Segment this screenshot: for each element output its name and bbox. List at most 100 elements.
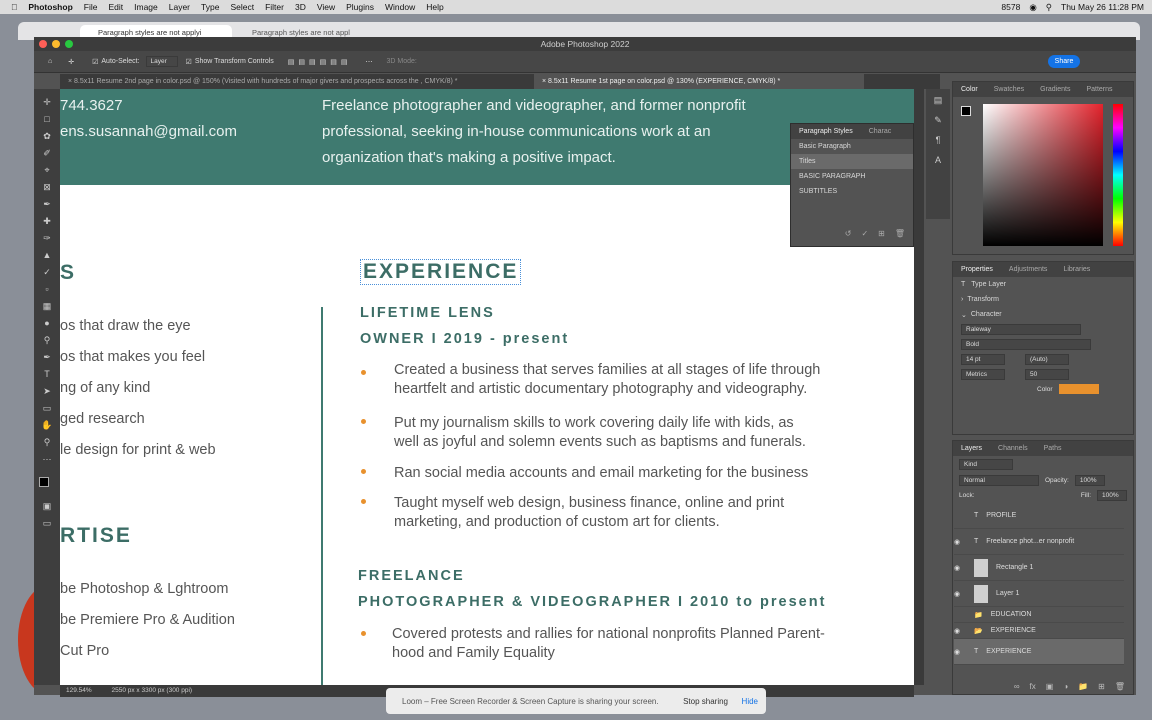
search-icon[interactable]: ⚲ bbox=[1046, 2, 1052, 13]
hue-slider[interactable] bbox=[1113, 104, 1123, 246]
delete-layer-icon[interactable]: 🗑 bbox=[1115, 682, 1125, 691]
hide-button[interactable]: Hide bbox=[742, 697, 758, 706]
apple-icon[interactable]:  bbox=[11, 2, 17, 12]
zoom-window-icon[interactable] bbox=[65, 40, 73, 48]
blend-mode-select[interactable]: Normal bbox=[959, 475, 1039, 486]
close-window-icon[interactable] bbox=[39, 40, 47, 48]
fill-input[interactable]: 100% bbox=[1097, 490, 1127, 501]
doc-size-readout[interactable]: 2550 px x 3300 px (300 ppi) bbox=[111, 687, 192, 694]
visibility-icon[interactable]: ◉ bbox=[954, 538, 974, 546]
style-item[interactable]: Basic Paragraph bbox=[791, 139, 913, 154]
menu-help[interactable]: Help bbox=[426, 2, 443, 12]
brush-tool-icon[interactable]: ✑ bbox=[41, 233, 53, 243]
menu-plugins[interactable]: Plugins bbox=[346, 2, 374, 12]
clock[interactable]: Thu May 26 11:28 PM bbox=[1061, 2, 1144, 12]
menu-filter[interactable]: Filter bbox=[265, 2, 284, 12]
menu-app[interactable]: Photoshop bbox=[28, 2, 72, 12]
more-options-icon[interactable]: ⋯ bbox=[365, 58, 372, 66]
menu-window[interactable]: Window bbox=[385, 2, 415, 12]
tracking-select[interactable]: 50 bbox=[1025, 369, 1069, 380]
new-layer-icon[interactable]: ⊞ bbox=[1098, 682, 1105, 691]
layer-group-row[interactable]: ◉ 📂 EXPERIENCE bbox=[954, 623, 1124, 639]
pen-tool-icon[interactable]: ✒ bbox=[41, 352, 53, 362]
zoom-readout[interactable]: 129.54% bbox=[66, 687, 92, 694]
tab-layers[interactable]: Layers bbox=[953, 445, 990, 452]
stop-sharing-button[interactable]: Stop sharing bbox=[683, 697, 728, 706]
layer-row[interactable]: ◉ Rectangle 1 bbox=[954, 555, 1124, 581]
text-color-swatch[interactable] bbox=[1058, 384, 1099, 394]
document-canvas[interactable]: 744.3627 ens.susannah@gmail.com Freelanc… bbox=[60, 89, 914, 685]
layer-row[interactable]: ◉ T Freelance phot...er nonprofit bbox=[954, 529, 1124, 555]
marquee-tool-icon[interactable]: □ bbox=[41, 114, 53, 124]
experience-heading[interactable]: EXPERIENCE bbox=[360, 259, 522, 285]
comments-panel-icon[interactable]: ✎ bbox=[932, 115, 944, 125]
layer-group-row[interactable]: 📁 EDUCATION bbox=[954, 607, 1124, 623]
visibility-icon[interactable]: ◉ bbox=[954, 627, 974, 635]
visibility-icon[interactable]: ◉ bbox=[954, 648, 974, 656]
lasso-tool-icon[interactable]: ✿ bbox=[41, 131, 53, 141]
zoom-tool-icon[interactable]: ⚲ bbox=[41, 437, 53, 447]
kerning-select[interactable]: Metrics bbox=[961, 369, 1005, 380]
new-style-icon[interactable]: ⊞ bbox=[878, 229, 885, 238]
delete-style-icon[interactable]: 🗑 bbox=[895, 229, 905, 238]
menu-view[interactable]: View bbox=[317, 2, 335, 12]
more-tools-icon[interactable]: ⋯ bbox=[41, 454, 53, 464]
adjustment-icon[interactable]: ◑ bbox=[1063, 682, 1068, 691]
quick-mask-icon[interactable]: ▣ bbox=[41, 501, 53, 511]
color-field[interactable] bbox=[983, 104, 1103, 246]
menu-file[interactable]: File bbox=[84, 2, 98, 12]
move-tool-icon[interactable]: ✛ bbox=[68, 58, 74, 66]
dodge-tool-icon[interactable]: ⚲ bbox=[41, 335, 53, 345]
gradient-tool-icon[interactable]: ▦ bbox=[41, 301, 53, 311]
tab-swatches[interactable]: Swatches bbox=[986, 86, 1032, 93]
tab-channels[interactable]: Channels bbox=[990, 445, 1036, 452]
visibility-icon[interactable]: ◉ bbox=[954, 564, 974, 572]
style-item-selected[interactable]: Titles bbox=[791, 154, 913, 169]
menu-edit[interactable]: Edit bbox=[108, 2, 123, 12]
screen-mode-icon[interactable]: ▭ bbox=[41, 518, 53, 528]
doc-tab-1st-page[interactable]: × 8.5x11 Resume 1st page on color.psd @ … bbox=[534, 74, 864, 89]
quick-select-tool-icon[interactable]: ✐ bbox=[41, 148, 53, 158]
menu-layer[interactable]: Layer bbox=[169, 2, 190, 12]
character-icon[interactable]: A bbox=[932, 155, 944, 165]
wifi-icon[interactable]: ◉ bbox=[1029, 2, 1036, 13]
tab-character-styles[interactable]: Charac bbox=[861, 128, 900, 135]
tab-color[interactable]: Color bbox=[953, 86, 986, 93]
eraser-tool-icon[interactable]: ▫ bbox=[41, 284, 53, 294]
history-panel-icon[interactable]: ▤ bbox=[932, 95, 944, 105]
style-item[interactable]: BASIC PARAGRAPH bbox=[791, 169, 913, 184]
tab-gradients[interactable]: Gradients bbox=[1032, 86, 1078, 93]
leading-select[interactable]: (Auto) bbox=[1025, 354, 1069, 365]
foreground-color-swatch[interactable] bbox=[961, 106, 971, 116]
path-select-icon[interactable]: ➤ bbox=[41, 386, 53, 396]
tab-adjustments[interactable]: Adjustments bbox=[1001, 266, 1056, 273]
type-tool-icon[interactable]: T bbox=[41, 369, 53, 379]
style-item[interactable]: SUBTITLES bbox=[791, 184, 913, 199]
mail-status-text[interactable]: 8578 bbox=[1001, 2, 1020, 12]
paragraph-styles-icon[interactable]: ¶ bbox=[932, 135, 944, 145]
group-icon[interactable]: 📁 bbox=[1078, 682, 1088, 691]
link-layers-icon[interactable]: ∞ bbox=[1014, 682, 1020, 691]
frame-tool-icon[interactable]: ⊠ bbox=[41, 182, 53, 192]
reset-style-icon[interactable]: ↺ bbox=[845, 229, 852, 238]
tab-paragraph-styles[interactable]: Paragraph Styles bbox=[791, 128, 861, 135]
font-family-select[interactable]: Raleway bbox=[961, 324, 1081, 335]
hand-tool-icon[interactable]: ✋ bbox=[41, 420, 53, 430]
shape-tool-icon[interactable]: ▭ bbox=[41, 403, 53, 413]
visibility-icon[interactable]: ◉ bbox=[954, 590, 974, 598]
character-section[interactable]: ⌄ Character bbox=[953, 307, 1133, 322]
layer-row[interactable]: ◉ Layer 1 bbox=[954, 581, 1124, 607]
stamp-tool-icon[interactable]: ▲ bbox=[41, 250, 53, 260]
minimize-window-icon[interactable] bbox=[52, 40, 60, 48]
show-transform-checkbox[interactable]: ☑ bbox=[186, 58, 192, 66]
home-icon[interactable]: ⌂ bbox=[48, 58, 52, 65]
blur-tool-icon[interactable]: ● bbox=[41, 318, 53, 328]
layer-row-selected[interactable]: ◉ T EXPERIENCE bbox=[954, 639, 1124, 665]
tab-properties[interactable]: Properties bbox=[953, 266, 1001, 273]
menu-type[interactable]: Type bbox=[201, 2, 219, 12]
font-size-select[interactable]: 14 pt bbox=[961, 354, 1005, 365]
redefine-style-icon[interactable]: ✓ bbox=[861, 229, 868, 238]
doc-tab-2nd-page[interactable]: × 8.5x11 Resume 2nd page in color.psd @ … bbox=[60, 74, 534, 89]
mask-icon[interactable]: ▣ bbox=[1046, 682, 1054, 691]
healing-tool-icon[interactable]: ✚ bbox=[41, 216, 53, 226]
